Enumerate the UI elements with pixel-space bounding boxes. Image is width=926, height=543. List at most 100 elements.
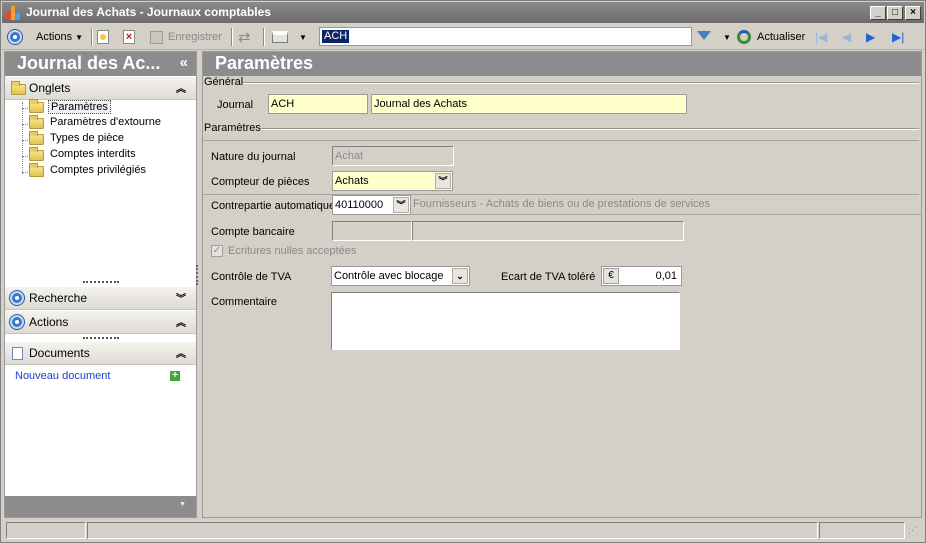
journal-name-value: Journal des Achats xyxy=(374,98,467,110)
chevron-down-icon: ▼ xyxy=(75,32,83,42)
actions-menu-button[interactable]: Actions ▼ xyxy=(8,27,83,47)
filter-button[interactable]: ▼ xyxy=(697,27,731,47)
documents-section-header[interactable]: Documents ︽ xyxy=(5,342,196,365)
save-button[interactable]: Enregistrer xyxy=(150,27,222,47)
recherche-section-header[interactable]: Recherche ︾ xyxy=(5,287,196,310)
print-dropdown-icon: ▼ xyxy=(299,32,307,42)
recherche-label: Recherche xyxy=(29,291,88,305)
resize-grip[interactable] xyxy=(83,281,119,284)
search-input[interactable]: ACH xyxy=(319,27,692,46)
tab-comptes-interdits-label: Comptes interdits xyxy=(50,148,136,160)
folder-icon xyxy=(29,147,44,161)
resize-grip[interactable] xyxy=(83,337,119,340)
tva-control-select[interactable]: Contrôle avec blocage ⌄ xyxy=(331,266,470,286)
tab-types-piece-label: Types de pièce xyxy=(50,132,124,144)
tva-control-label: Contrôle de TVA xyxy=(211,271,292,283)
details-pane-header: Paramètres xyxy=(203,52,921,76)
chevron-down-icon: ▼ xyxy=(179,501,186,508)
status-bar: ⋰ xyxy=(2,521,924,541)
actions-circle-icon xyxy=(10,315,24,329)
ecritures-nulles-label: Ecritures nulles acceptées xyxy=(228,245,357,257)
chevron-up-icon: ︽ xyxy=(176,84,186,95)
record-title: Journal des Ac... xyxy=(17,53,161,73)
details-pane: Paramètres Général Journal ACH Journal d… xyxy=(202,51,922,518)
minimize-button[interactable]: _ xyxy=(870,6,886,20)
status-cell-1 xyxy=(6,522,86,539)
last-record-icon: ▶| xyxy=(892,30,905,44)
counter-value: Achats xyxy=(335,175,369,187)
journal-code-value: ACH xyxy=(271,98,295,110)
journal-label: Journal xyxy=(217,99,254,111)
print-button[interactable]: ▼ xyxy=(272,27,307,47)
onglets-section-header[interactable]: Onglets ︽ xyxy=(5,77,196,100)
collapse-panel-button[interactable]: « xyxy=(180,52,188,74)
ecart-tva-label: Ecart de TVA toléré xyxy=(501,271,596,283)
next-record-icon: ▶ xyxy=(866,30,876,44)
nature-field: Achat xyxy=(332,146,454,166)
actions-menu-label: Actions xyxy=(36,31,73,43)
chevron-down-icon: ︾ xyxy=(176,294,186,305)
chevron-up-icon: ︽ xyxy=(176,318,186,329)
navigation-panel: Journal des Ac... « Onglets ︽ Paramètres… xyxy=(4,51,197,518)
tab-comptes-privilegies-label: Comptes privilégiés xyxy=(50,164,146,176)
tva-control-value: Contrôle avec blocage xyxy=(334,270,444,282)
panel-splitter[interactable] xyxy=(196,265,199,285)
refresh-button[interactable]: Actualiser xyxy=(737,27,805,47)
previous-record-button[interactable]: ◀ xyxy=(842,27,851,47)
folder-icon xyxy=(29,115,44,129)
chevron-down-icon[interactable]: ⌄ xyxy=(452,268,468,284)
delete-record-button[interactable]: × xyxy=(123,27,135,47)
navigation-panel-footer[interactable]: ▼ xyxy=(5,496,196,517)
refresh-label: Actualiser xyxy=(757,31,806,43)
filter-icon xyxy=(697,30,711,40)
navigation-panel-header: Journal des Ac... « xyxy=(5,52,196,76)
comment-textarea[interactable] xyxy=(331,292,680,350)
sync-button[interactable]: ⇄ xyxy=(238,27,251,47)
last-record-button[interactable]: ▶| xyxy=(892,27,904,47)
close-button[interactable]: × xyxy=(905,6,921,20)
new-record-button[interactable] xyxy=(97,27,109,47)
onglets-label: Onglets xyxy=(29,81,71,95)
counter-select[interactable]: Achats ︾ xyxy=(332,171,453,191)
chevron-up-icon: ︽ xyxy=(176,349,186,360)
save-label: Enregistrer xyxy=(168,31,222,43)
first-record-icon: |◀ xyxy=(815,30,828,44)
previous-record-icon: ◀ xyxy=(842,30,852,44)
maximize-button[interactable]: □ xyxy=(887,6,903,20)
actions-section-label: Actions xyxy=(29,315,69,329)
compte-bancaire-desc-field xyxy=(412,221,684,241)
status-cell-3 xyxy=(819,522,905,539)
title-bar: Journal des Achats - Journaux comptables… xyxy=(2,2,924,23)
search-input-value: ACH xyxy=(322,30,350,43)
ecart-tva-field[interactable]: € 0,01 xyxy=(601,266,682,286)
app-window: Journal des Achats - Journaux comptables… xyxy=(0,0,926,543)
nature-label: Nature du journal xyxy=(211,151,296,163)
delete-icon: × xyxy=(123,30,135,44)
new-document-link[interactable]: Nouveau document + xyxy=(15,370,185,386)
folder-open-icon xyxy=(29,99,44,113)
double-chevron-down-icon[interactable]: ︾ xyxy=(393,197,409,213)
ecart-tva-value: 0,01 xyxy=(655,270,677,282)
contrepartie-description: Fournisseurs - Achats de biens ou de pre… xyxy=(413,198,711,210)
save-icon xyxy=(150,30,163,44)
double-chevron-down-icon[interactable]: ︾ xyxy=(435,173,451,189)
folder-icon xyxy=(29,163,44,177)
first-record-button[interactable]: |◀ xyxy=(815,27,827,47)
sync-icon: ⇄ xyxy=(238,29,251,46)
next-record-button[interactable]: ▶ xyxy=(866,27,875,47)
new-document-label: Nouveau document xyxy=(15,370,111,382)
tab-parametres-extourne-label: Paramètres d'extourne xyxy=(50,116,161,128)
contrepartie-field[interactable]: 40110000 ︾ xyxy=(332,195,411,215)
euro-icon: € xyxy=(603,268,619,284)
params-group-title: Paramètres xyxy=(204,122,261,134)
journal-code-field[interactable]: ACH xyxy=(268,94,368,114)
contrepartie-label: Contrepartie automatique xyxy=(211,200,336,212)
comment-label: Commentaire xyxy=(211,296,278,308)
documents-label: Documents xyxy=(29,346,90,360)
compte-bancaire-label: Compte bancaire xyxy=(211,226,295,238)
actions-section-header[interactable]: Actions ︽ xyxy=(5,311,196,334)
journal-name-field[interactable]: Journal des Achats xyxy=(371,94,687,114)
resize-grip-icon[interactable]: ⋰ xyxy=(908,525,917,536)
actions-circle-icon xyxy=(8,30,22,44)
add-icon: + xyxy=(170,371,180,381)
